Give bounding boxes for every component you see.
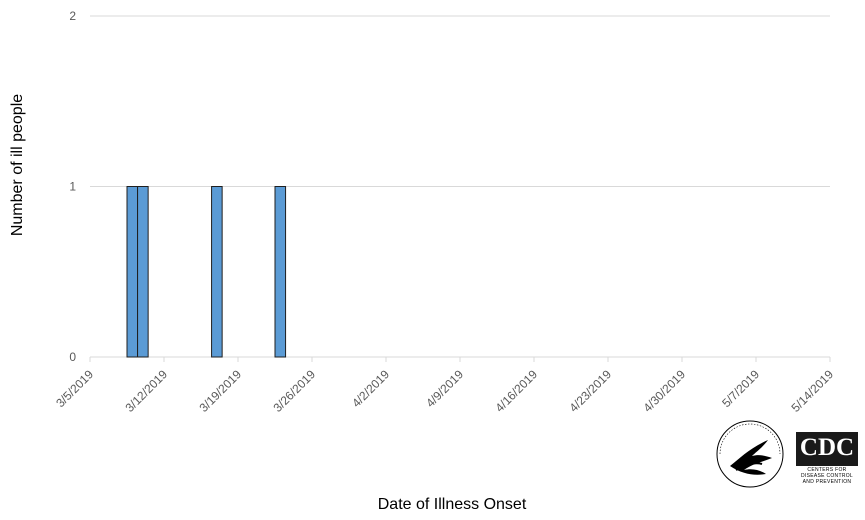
cdc-logo-subtext: CENTERS FOR DISEASE CONTROL AND PREVENTI…	[800, 467, 853, 485]
x-axis-label: Date of Illness Onset	[377, 496, 527, 513]
bar	[274, 186, 287, 358]
x-tick-label: 5/7/2019	[719, 367, 762, 410]
x-tick-label: 3/5/2019	[53, 367, 96, 410]
x-tick-label: 3/12/2019	[122, 367, 170, 415]
x-tick-label: 4/23/2019	[566, 367, 614, 415]
bar	[137, 186, 149, 358]
bar	[126, 186, 139, 358]
x-tick-label: 4/30/2019	[640, 367, 688, 415]
y-tick-label: 0	[69, 350, 76, 364]
x-tick-label: 4/2/2019	[349, 367, 392, 410]
y-axis-label: Number of ill people	[9, 93, 26, 237]
x-tick-label: 3/26/2019	[270, 367, 318, 415]
bar	[211, 186, 223, 358]
x-tick-label: 5/14/2019	[788, 367, 836, 415]
x-tick-label: 4/16/2019	[492, 367, 540, 415]
y-tick-label: 1	[69, 180, 76, 194]
x-tick-label: 4/9/2019	[423, 367, 466, 410]
cdc-logo: CDC CENTERS FOR DISEASE CONTROL AND PREV…	[796, 432, 858, 485]
x-tick-label: 3/19/2019	[196, 367, 244, 415]
y-tick-label: 2	[69, 9, 76, 23]
hhs-logo	[712, 418, 788, 490]
cdc-logo-text: CDC	[799, 434, 855, 461]
